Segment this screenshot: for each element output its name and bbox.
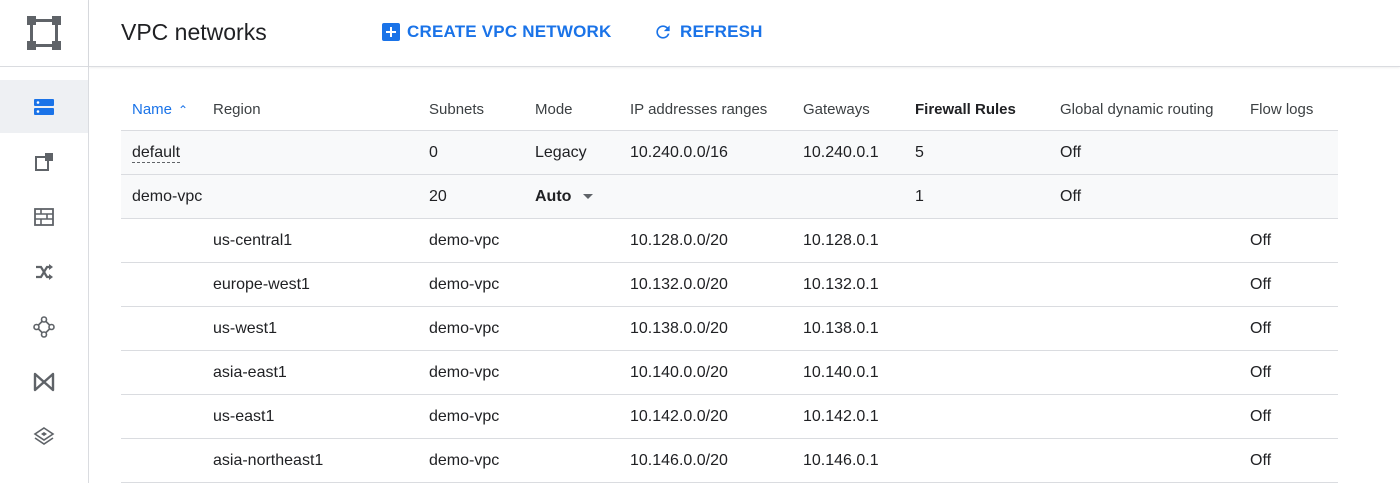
networking-logo[interactable]: [0, 0, 88, 67]
subnet-flow-logs: Off: [1250, 262, 1338, 307]
subnet-gateway: 10.142.0.1: [803, 394, 915, 439]
sort-ascending-icon: ⌃: [178, 103, 189, 117]
create-vpc-network-button[interactable]: CREATE VPC NETWORK: [382, 22, 611, 42]
subnet-flow-logs: Off: [1250, 394, 1338, 439]
subnet-name[interactable]: demo-vpc: [429, 218, 535, 263]
subnet-ip-range: 10.138.0.0/20: [630, 306, 803, 351]
subnet-gateway: 10.128.0.1: [803, 218, 915, 263]
subnet-name[interactable]: demo-vpc: [429, 438, 535, 483]
left-nav-rail: [0, 0, 89, 483]
vpc-networks-icon: [34, 98, 54, 115]
subnet-region: us-west1: [213, 306, 429, 351]
subnet-region: asia-northeast1: [213, 438, 429, 483]
firewall-icon: [34, 207, 54, 226]
external-ip-icon: [35, 152, 53, 171]
gateway: 10.240.0.1: [803, 130, 915, 175]
refresh-button[interactable]: REFRESH: [653, 22, 763, 42]
subnet-region: asia-east1: [213, 350, 429, 395]
subnet-gateway: 10.140.0.1: [803, 350, 915, 395]
subnet-name[interactable]: demo-vpc: [429, 350, 535, 395]
column-header-firewall-rules[interactable]: Firewall Rules: [915, 89, 1060, 131]
mode-value: Legacy: [535, 130, 630, 175]
subnet-ip-range: 10.132.0.0/20: [630, 262, 803, 307]
subnet-row[interactable]: europe-west1 demo-vpc 10.132.0.0/20 10.1…: [121, 262, 1338, 307]
serverless-vpc-access-icon: [33, 426, 55, 445]
subnets-count: 0: [429, 130, 535, 175]
subnet-region: europe-west1: [213, 262, 429, 307]
subnet-ip-range: 10.146.0.0/20: [630, 438, 803, 483]
shared-vpc-icon: [33, 372, 55, 391]
mode-dropdown-value: Auto: [535, 187, 572, 205]
global-dynamic-routing: Off: [1060, 174, 1250, 219]
global-dynamic-routing: Off: [1060, 130, 1250, 175]
subnet-ip-range: 10.128.0.0/20: [630, 218, 803, 263]
subnet-row[interactable]: us-east1 demo-vpc 10.142.0.0/20 10.142.0…: [121, 394, 1338, 439]
nav-shared-vpc[interactable]: [0, 355, 88, 408]
networking-logo-icon: [27, 16, 61, 50]
firewall-rules-count: 1: [915, 174, 1060, 219]
column-header-flow-logs[interactable]: Flow logs: [1250, 89, 1338, 131]
network-name-link[interactable]: default: [132, 143, 181, 163]
column-header-ip-ranges[interactable]: IP addresses ranges: [630, 89, 803, 131]
subnet-region: us-east1: [213, 394, 429, 439]
peering-icon: [33, 315, 55, 338]
subnet-region: us-central1: [213, 218, 429, 263]
nav-routes[interactable]: [0, 245, 88, 298]
subnet-gateway: 10.132.0.1: [803, 262, 915, 307]
column-header-mode[interactable]: Mode: [535, 89, 630, 131]
create-vpc-network-label: CREATE VPC NETWORK: [407, 22, 612, 41]
subnet-ip-range: 10.140.0.0/20: [630, 350, 803, 395]
chevron-down-icon: [583, 194, 594, 199]
subnet-gateway: 10.146.0.1: [803, 438, 915, 483]
subnets-count: 20: [429, 174, 535, 219]
subnet-name[interactable]: demo-vpc: [429, 394, 535, 439]
subnet-name[interactable]: demo-vpc: [429, 306, 535, 351]
network-name[interactable]: demo-vpc: [121, 174, 213, 219]
page-title: VPC networks: [121, 19, 267, 45]
nav-external-ip[interactable]: [0, 135, 88, 188]
routes-icon: [36, 263, 53, 280]
subnet-row[interactable]: us-west1 demo-vpc 10.138.0.0/20 10.138.0…: [121, 306, 1338, 351]
page-header: VPC networks CREATE VPC NETWORK REFRESH: [89, 0, 1400, 67]
subnet-row[interactable]: asia-east1 demo-vpc 10.140.0.0/20 10.140…: [121, 350, 1338, 395]
subnet-ip-range: 10.142.0.0/20: [630, 394, 803, 439]
subnet-flow-logs: Off: [1250, 350, 1338, 395]
firewall-rules-count: 5: [915, 130, 1060, 175]
subnet-gateway: 10.138.0.1: [803, 306, 915, 351]
nav-vpc-networks[interactable]: [0, 80, 88, 133]
subnet-flow-logs: Off: [1250, 438, 1338, 483]
ip-range: 10.240.0.0/16: [630, 130, 803, 175]
nav-peering[interactable]: [0, 300, 88, 353]
refresh-label: REFRESH: [680, 22, 763, 41]
network-row-default[interactable]: default 0 Legacy 10.240.0.0/16 10.240.0.…: [121, 130, 1338, 175]
refresh-icon: [656, 25, 670, 39]
column-header-global-dynamic-routing[interactable]: Global dynamic routing: [1060, 89, 1250, 131]
mode-dropdown[interactable]: Auto: [535, 187, 594, 206]
network-row-demo-vpc[interactable]: demo-vpc 20 Auto 1 Off: [121, 174, 1338, 219]
subnet-flow-logs: Off: [1250, 306, 1338, 351]
add-box-icon: [382, 23, 400, 41]
subnet-row[interactable]: asia-northeast1 demo-vpc 10.146.0.0/20 1…: [121, 438, 1338, 483]
table-header-row: Name ⌃ Region Subnets Mode IP addresses r…: [121, 89, 1338, 131]
column-header-gateways[interactable]: Gateways: [803, 89, 915, 131]
vpc-networks-table: Name ⌃ Region Subnets Mode IP addresses r…: [121, 89, 1338, 483]
subnet-flow-logs: Off: [1250, 218, 1338, 263]
subnet-name[interactable]: demo-vpc: [429, 262, 535, 307]
column-header-subnets[interactable]: Subnets: [429, 89, 535, 131]
nav-firewall[interactable]: [0, 190, 88, 243]
nav-serverless-vpc-access[interactable]: [0, 410, 88, 463]
subnet-row[interactable]: us-central1 demo-vpc 10.128.0.0/20 10.12…: [121, 218, 1338, 263]
column-header-region[interactable]: Region: [213, 89, 429, 131]
column-header-name[interactable]: Name ⌃: [121, 89, 213, 131]
